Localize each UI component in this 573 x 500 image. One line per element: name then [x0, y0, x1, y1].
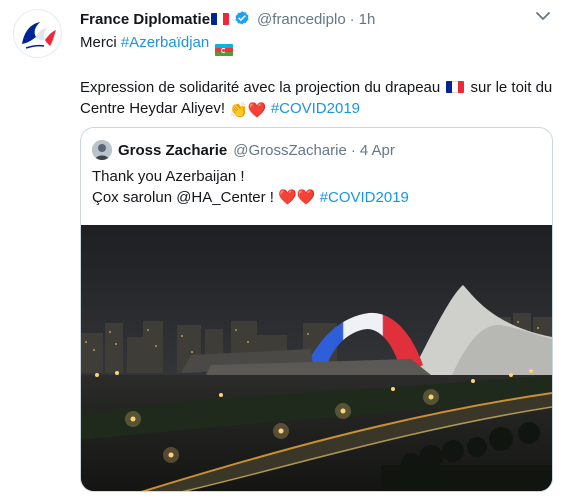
france-flag-icon [211, 13, 230, 25]
quoted-line-1: Thank you Azerbaijan ! [92, 168, 245, 185]
hearts-emoji: ❤️❤️ [278, 189, 316, 206]
author-name[interactable]: France Diplomatie [80, 11, 210, 28]
heart-emoji: ❤️ [247, 102, 267, 119]
author-handle[interactable]: @francediplo [257, 11, 346, 28]
france-flag-icon [446, 81, 465, 93]
hashtag-azerbaidjan[interactable]: #Azerbaïdjan [121, 34, 209, 51]
quoted-tweet-header: Gross Zacharie @GrossZacharie · 4 Apr [92, 140, 395, 160]
tweet-header: France Diplomatie @francediplo · 1h [80, 9, 553, 29]
marianne-logo-icon [22, 22, 56, 49]
tweet-body: Merci #Azerbaïdjan Expression de solidar… [80, 32, 553, 121]
azerbaijan-flag-icon [215, 44, 234, 56]
quoted-tweet-body: Thank you Azerbaijan ! Çox sarolun @HA_C… [92, 166, 541, 208]
author-avatar[interactable] [13, 9, 62, 58]
tweet-line-1: Merci #Azerbaïdjan [80, 32, 553, 56]
clapping-hands-emoji: 👏 [229, 102, 248, 119]
quoted-tweet-date[interactable]: 4 Apr [360, 142, 395, 159]
person-avatar-icon [92, 140, 112, 160]
hashtag-covid2019[interactable]: #COVID2019 [271, 100, 360, 117]
tweet-timestamp[interactable]: 1h [359, 11, 376, 28]
quoted-tweet[interactable]: Gross Zacharie @GrossZacharie · 4 Apr Th… [80, 127, 553, 492]
quoted-author-handle[interactable]: @GrossZacharie [233, 142, 347, 159]
separator-dot: · [349, 10, 355, 28]
tweet-line-2: Expression de solidarité avec la project… [80, 79, 553, 119]
quoted-author-name[interactable]: Gross Zacharie [118, 142, 227, 159]
chevron-down-icon[interactable] [535, 9, 551, 23]
tweet-photo[interactable] [81, 225, 552, 492]
verified-badge-icon [235, 11, 249, 25]
quoted-line-2: Çox sarolun @HA_Center ! ❤️❤️ #COVID2019 [92, 189, 409, 206]
quoted-author-avatar[interactable] [92, 140, 112, 160]
hashtag-covid2019[interactable]: #COVID2019 [320, 189, 409, 206]
separator-dot: · [350, 141, 356, 159]
